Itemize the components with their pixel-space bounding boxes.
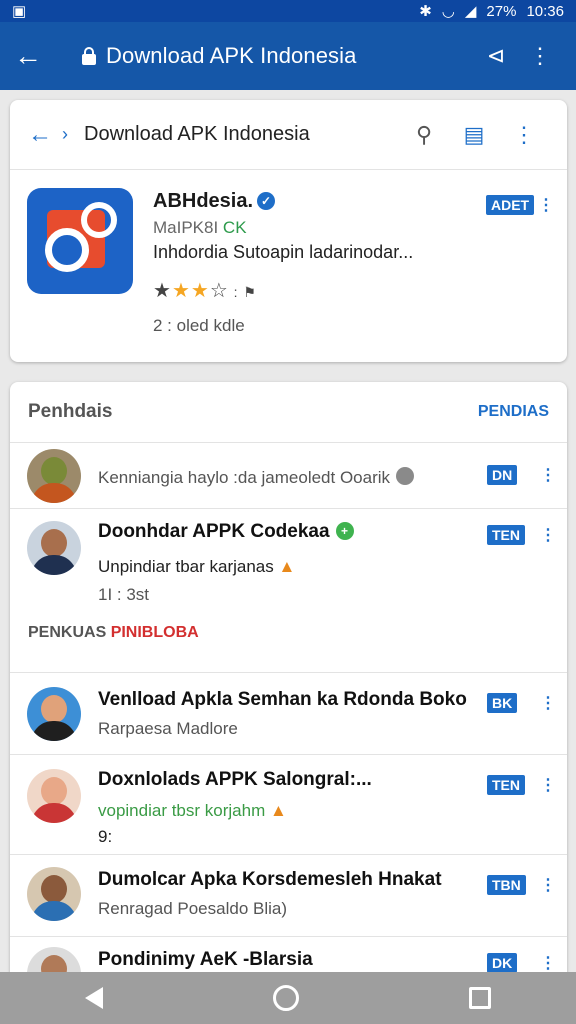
item-title: Dumolcar Apka Korsdemesleh Hnakat	[98, 869, 442, 890]
browser-app-bar: ← Download APK Indonesia ⊲ ⋮	[0, 22, 576, 90]
back-arrow-icon[interactable]: ←	[28, 121, 62, 149]
avatar	[27, 687, 81, 741]
home-circle-icon[interactable]	[273, 985, 299, 1011]
item-badge[interactable]: TEN	[487, 525, 525, 545]
clock: 10:36	[526, 2, 564, 20]
star-icon: ★	[153, 280, 172, 302]
avatar	[27, 521, 81, 575]
app-description: Inhdordia Sutoapin ladarinodar...	[153, 242, 414, 262]
share-icon[interactable]: ⊲	[474, 43, 518, 69]
more-vert-icon[interactable]: ⋮	[540, 525, 556, 545]
section-link[interactable]: PENDIAS	[478, 403, 549, 421]
item-badge[interactable]: TBN	[487, 875, 526, 895]
results-card: Penhdais PENDIAS Kenniangia haylo :da ja…	[10, 382, 567, 982]
sub-heading: PENKUAS PINIBLOBA	[28, 624, 199, 641]
item-text: Kenniangia haylo :da jameoledt Ooarik	[98, 467, 415, 488]
back-arrow-icon[interactable]: ←	[14, 40, 54, 72]
star-empty-icon: ☆	[209, 280, 229, 302]
signal-icon: ◢	[464, 3, 477, 20]
lock-icon	[82, 47, 96, 65]
gallery-icon: ▣	[12, 3, 27, 20]
sub-section-header: PENKUAS PINIBLOBA	[10, 618, 567, 672]
app-info[interactable]: ABHdesia. ✓ MaIPK8I CK Inhdordia Sutoapin…	[10, 170, 567, 360]
fire-icon: ▲	[269, 801, 287, 820]
list-item[interactable]: Doonhdar APPK Codekaa + Unpindiar tbar ka…	[10, 508, 567, 618]
avatar	[27, 449, 81, 503]
list-item[interactable]: Dumolcar Apka Korsdemesleh Hnakat Renrag…	[10, 854, 567, 936]
avatar	[27, 867, 81, 921]
globe-icon	[396, 467, 415, 485]
download-count: 2 : oled kdle	[153, 316, 245, 335]
back-triangle-icon[interactable]	[85, 987, 103, 1009]
flag-icon: : ⚑	[228, 284, 257, 300]
more-vert-icon[interactable]: ⋮	[540, 693, 556, 713]
item-badge[interactable]: DN	[487, 465, 518, 485]
status-bar: ▣ ✱ ◡ ◢ 27% 10:36	[0, 0, 576, 22]
verified-icon: ✓	[257, 192, 276, 210]
section-header: Penhdais PENDIAS	[10, 382, 567, 442]
item-title: Pondinimy AeK -Blarsia	[98, 949, 313, 970]
recents-square-icon[interactable]	[469, 987, 491, 1009]
item-meta: 1I : 3st	[98, 585, 150, 604]
app-badge[interactable]: ADET	[486, 195, 535, 215]
system-nav-bar	[0, 972, 576, 1024]
item-meta: 9:	[98, 827, 113, 846]
item-title: Doxnlolads APPK Salongral:...	[98, 769, 372, 790]
item-badge[interactable]: DK	[487, 953, 518, 973]
list-item[interactable]: Kenniangia haylo :da jameoledt Ooarik DN…	[10, 442, 567, 508]
item-badge[interactable]: BK	[487, 693, 518, 713]
item-text: Renragad Poesaldo Blia)	[98, 899, 288, 918]
bluetooth-icon: ✱	[419, 3, 432, 20]
more-vert-icon[interactable]: ⋮	[540, 875, 556, 895]
app-name: ABHdesia. ✓	[153, 190, 276, 213]
app-developer: MaIPK8I CK	[153, 218, 247, 237]
green-check-icon: +	[335, 522, 354, 540]
more-vert-icon[interactable]: ⋮	[518, 43, 562, 69]
item-title: Doonhdar APPK Codekaa +	[98, 521, 354, 543]
page-title: Download APK Indonesia	[106, 43, 357, 68]
list-item[interactable]: Doxnlolads APPK Salongral:... vopindiar …	[10, 754, 567, 854]
item-text: vopindiar tbsr korjahm ▲	[98, 801, 287, 820]
star-icon: ★	[190, 280, 210, 302]
card-title: Download APK Indonesia	[84, 123, 310, 145]
avatar	[27, 769, 81, 823]
list-item[interactable]: Venlload Apkla Semhan ka Rdonda Boko Rar…	[10, 672, 567, 754]
item-title: Venlload Apkla Semhan ka Rdonda Boko	[98, 689, 467, 710]
status-icons: ✱ ◡ ◢ 27% 10:36	[419, 2, 564, 21]
battery-level: 27%	[486, 2, 517, 20]
app-header-card: ← › Download APK Indonesia ⚲ ▤ ⋮ ABHdesi…	[10, 100, 567, 362]
more-vert-icon[interactable]: ⋮	[540, 775, 556, 795]
more-vert-icon[interactable]: ⋮	[538, 195, 554, 215]
chevron-right-icon: ›	[62, 124, 68, 144]
card-toolbar: ← › Download APK Indonesia ⚲ ▤ ⋮	[10, 100, 567, 170]
item-text: Rarpaesa Madlore	[98, 719, 238, 738]
fire-icon: ▲	[278, 557, 296, 576]
item-badge[interactable]: TEN	[487, 775, 525, 795]
wifi-icon: ◡	[441, 3, 455, 20]
star-rating: ★★★☆ : ⚑	[153, 278, 257, 303]
item-text: Unpindiar tbar karjanas ▲	[98, 557, 296, 576]
search-icon[interactable]: ⚲	[399, 122, 449, 148]
app-logo	[27, 188, 133, 294]
more-vert-icon[interactable]: ⋮	[540, 465, 556, 485]
more-vert-icon[interactable]: ⋮	[540, 953, 556, 973]
star-icon: ★	[171, 280, 191, 302]
more-vert-icon[interactable]: ⋮	[499, 122, 549, 148]
folder-icon[interactable]: ▤	[449, 122, 499, 148]
section-title: Penhdais	[28, 401, 113, 422]
